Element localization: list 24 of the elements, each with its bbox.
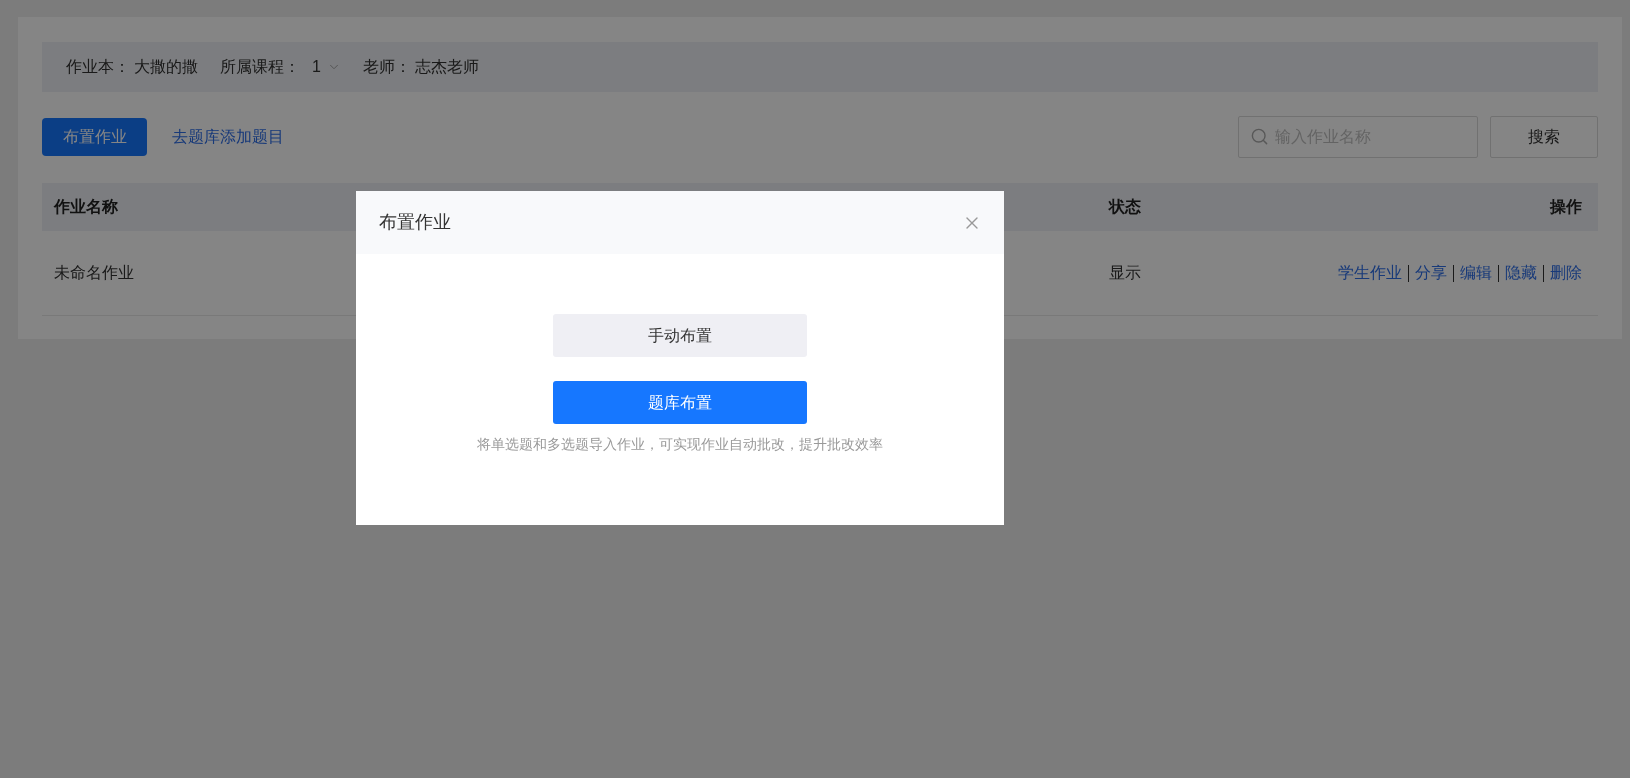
- action-link[interactable]: 编辑: [1460, 261, 1492, 285]
- info-label: 作业本：: [66, 57, 130, 77]
- assign-option-button[interactable]: 题库布置: [553, 381, 807, 424]
- info-value: 志杰老师: [414, 57, 479, 77]
- homework-name-cell: 未命名作业: [54, 264, 134, 281]
- info-value: 大撒的撒: [134, 57, 198, 77]
- column-header: 状态: [1109, 198, 1141, 215]
- info-label: 老师：: [362, 57, 411, 77]
- add-questions-link[interactable]: 去题库添加题目: [172, 125, 284, 149]
- search-icon: [1250, 127, 1269, 146]
- column-header: 作业名称: [54, 198, 118, 215]
- action-link[interactable]: 隐藏: [1505, 261, 1537, 285]
- hint-text: 将单选题和多选题导入作业，可实现作业自动批改，提升批改效率: [477, 435, 883, 454]
- search-button[interactable]: 搜索: [1490, 116, 1598, 158]
- action-link[interactable]: 学生作业: [1338, 261, 1402, 285]
- dialog-title: 布置作业: [379, 211, 451, 234]
- column-header: 操作: [1550, 198, 1582, 215]
- info-label: 所属课程：: [220, 57, 300, 77]
- assign-option-button[interactable]: 手动布置: [553, 314, 807, 357]
- action-link[interactable]: 删除: [1550, 261, 1582, 285]
- course-select[interactable]: 1: [312, 55, 341, 79]
- action-link[interactable]: 分享: [1415, 261, 1447, 285]
- assign-homework-button[interactable]: 布置作业: [42, 118, 147, 156]
- status-cell: 显示: [1109, 264, 1141, 281]
